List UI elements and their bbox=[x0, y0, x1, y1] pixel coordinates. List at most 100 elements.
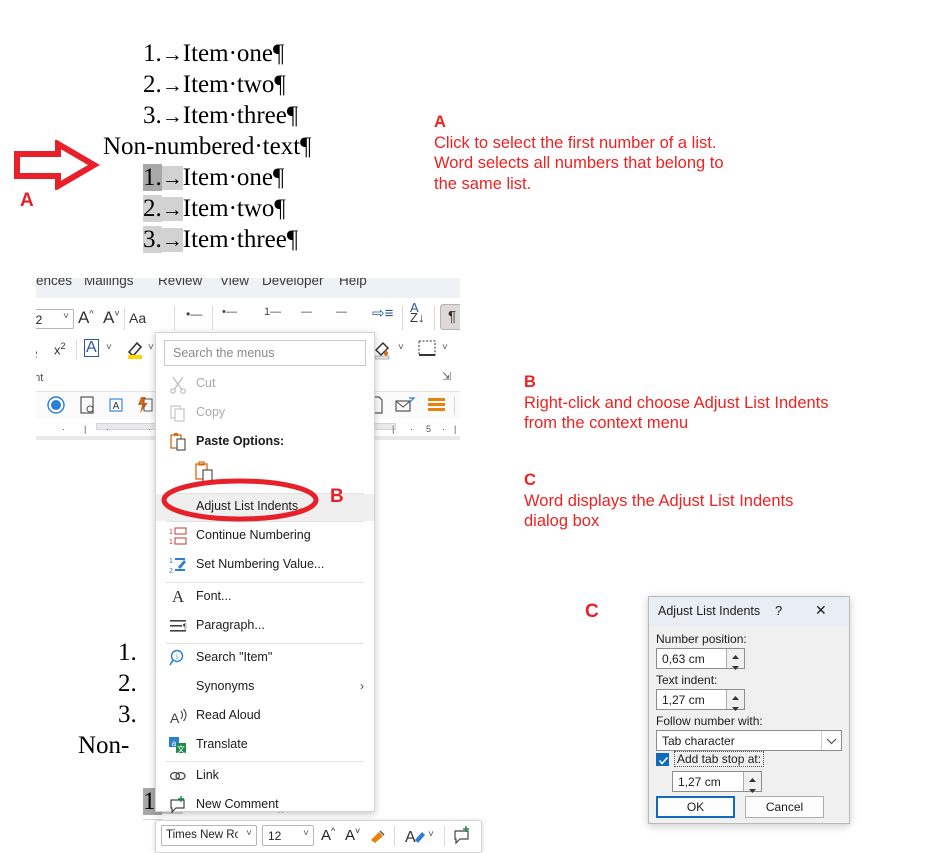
add-tab-stop-checkbox[interactable] bbox=[656, 753, 669, 766]
increase-indent-icon[interactable]: ⇨≡ bbox=[372, 304, 393, 322]
stepper-up-icon[interactable] bbox=[727, 649, 744, 659]
new-comment-icon[interactable] bbox=[452, 825, 474, 852]
menu-item-cut[interactable]: Cut bbox=[156, 371, 374, 397]
chevron-down-icon[interactable] bbox=[821, 731, 841, 750]
add-tab-stop-label[interactable]: Add tab stop at: bbox=[674, 751, 765, 767]
tab-stop-spinner[interactable]: 1,27 cm bbox=[672, 771, 762, 793]
stepper-down-icon[interactable] bbox=[727, 700, 744, 711]
menu-item-set-numbering-value[interactable]: 12 Set Numbering Value... bbox=[156, 552, 374, 578]
text-indent-stepper[interactable] bbox=[726, 690, 744, 711]
shrink-font-icon[interactable]: A˅ bbox=[103, 308, 120, 328]
tab-stop-stepper[interactable] bbox=[743, 772, 761, 793]
chevron-down-icon[interactable]: ˅ bbox=[106, 342, 112, 353]
menu-item-search[interactable]: i Search "Item" bbox=[156, 645, 374, 671]
menu-item-synonyms[interactable]: Synonyms › bbox=[156, 674, 374, 700]
text-effects-icon[interactable]: A bbox=[84, 339, 99, 357]
chevron-down-icon[interactable]: ˅ bbox=[148, 342, 154, 353]
page-icon[interactable] bbox=[77, 395, 97, 420]
sort-icon[interactable]: A Z↓ bbox=[410, 301, 424, 324]
marker-b-menu: B bbox=[330, 486, 344, 507]
menu-item-new-comment[interactable]: New Comment bbox=[156, 792, 374, 818]
show-formatting-marks-button[interactable]: ¶ bbox=[440, 304, 460, 330]
numbering-icon[interactable]: •— bbox=[222, 306, 237, 318]
number-position-spinner[interactable]: 0,63 cm bbox=[656, 648, 745, 670]
subscript-icon[interactable]: x2 bbox=[36, 342, 38, 360]
search-menus-input[interactable]: Search the menus bbox=[164, 340, 366, 366]
text-highlight-color-icon[interactable] bbox=[124, 338, 146, 365]
grow-font-icon[interactable]: A^ bbox=[321, 826, 335, 844]
svg-text:A: A bbox=[170, 710, 180, 726]
stepper-up-icon[interactable] bbox=[744, 772, 761, 782]
ribbon-tab-references[interactable]: ences bbox=[36, 278, 72, 288]
multilevel-icon[interactable]: 1— bbox=[264, 306, 281, 318]
menu-separator bbox=[166, 761, 364, 762]
dialog-launcher-icon[interactable]: ⇲ bbox=[442, 370, 451, 383]
format-painter-icon[interactable] bbox=[368, 826, 388, 851]
grow-font-icon[interactable]: A^ bbox=[78, 308, 94, 328]
new-comment-icon bbox=[168, 795, 188, 815]
marker-c-dialog: C bbox=[585, 601, 599, 622]
chevron-down-icon[interactable]: ˅ bbox=[303, 828, 309, 839]
menu-item-font[interactable]: A Font... bbox=[156, 584, 374, 610]
stepper-down-icon[interactable] bbox=[744, 782, 761, 793]
ruler-tick-5: 5 bbox=[426, 424, 432, 434]
adjust-list-indents-dialog[interactable]: Adjust List Indents ? ✕ Number position:… bbox=[648, 596, 850, 824]
shrink-font-icon[interactable]: A˅ bbox=[345, 826, 360, 844]
menu-item-translate[interactable]: a文 Translate bbox=[156, 732, 374, 758]
quick-parts-icon[interactable] bbox=[134, 395, 154, 420]
menu-item-link[interactable]: Link bbox=[156, 763, 374, 789]
chevron-down-icon[interactable]: ˅ bbox=[246, 828, 252, 839]
list-number-selected[interactable]: 3. bbox=[143, 226, 162, 253]
shading-icon[interactable] bbox=[372, 338, 394, 365]
help-icon[interactable]: ? bbox=[775, 603, 782, 618]
decrease-indent-icon[interactable]: — bbox=[301, 306, 312, 318]
ribbon-tab-help[interactable]: Help bbox=[339, 278, 367, 288]
decrease-indent2-icon[interactable]: — bbox=[336, 306, 347, 318]
ribbon-tab-developer[interactable]: Developer bbox=[262, 278, 324, 288]
paragraph-lines-icon[interactable] bbox=[426, 395, 448, 420]
chevron-down-icon[interactable]: ˅ bbox=[63, 311, 69, 322]
tab-mark: → bbox=[161, 228, 183, 252]
ribbon-tab-view[interactable]: View bbox=[220, 278, 249, 288]
font-size-combo[interactable]: 12 ˅ bbox=[36, 309, 74, 329]
menu-item-copy[interactable]: Copy bbox=[156, 400, 374, 426]
menu-item-continue-numbering[interactable]: 11 Continue Numbering bbox=[156, 523, 374, 549]
ribbon-tab-review[interactable]: Review bbox=[158, 278, 202, 288]
menu-item-label: Paste Options: bbox=[196, 434, 285, 448]
ruler-tick: | bbox=[392, 424, 395, 434]
envelope-icon[interactable] bbox=[394, 395, 416, 420]
change-case-icon[interactable]: Aa bbox=[129, 310, 146, 326]
superscript-icon[interactable]: x2 bbox=[54, 341, 66, 357]
chevron-right-icon[interactable]: › bbox=[360, 679, 364, 693]
text-box-icon[interactable]: A bbox=[106, 395, 126, 420]
doc-line-selected[interactable]: 3.→Item·three¶ bbox=[118, 202, 298, 277]
text-indent-spinner[interactable]: 1,27 cm bbox=[656, 689, 745, 711]
record-icon[interactable] bbox=[46, 395, 66, 420]
ok-button[interactable]: OK bbox=[656, 796, 735, 818]
mini-font-size-combo[interactable]: 12 ˅ bbox=[262, 825, 314, 846]
ribbon-tab-mailings[interactable]: Mailings bbox=[84, 278, 134, 288]
menu-item-read-aloud[interactable]: A Read Aloud bbox=[156, 703, 374, 729]
stepper-up-icon[interactable] bbox=[727, 690, 744, 700]
context-menu[interactable]: Search the menus Cut Copy Paste Options:… bbox=[155, 332, 375, 814]
chevron-down-icon[interactable]: ˅ bbox=[442, 342, 448, 353]
mini-font-name-combo[interactable]: Times New Romı ˅ bbox=[161, 825, 257, 846]
close-icon[interactable]: ✕ bbox=[815, 602, 827, 619]
chevron-down-icon[interactable]: ˅ bbox=[428, 829, 434, 840]
callout-a-letter: A bbox=[434, 113, 446, 131]
number-position-stepper[interactable] bbox=[726, 649, 744, 670]
set-numbering-value-icon: 12 bbox=[168, 555, 188, 575]
multilevel-list-icon[interactable]: •— bbox=[186, 307, 202, 321]
menu-item-paragraph[interactable]: ¶ Paragraph... bbox=[156, 613, 374, 639]
follow-number-with-select[interactable]: Tab character bbox=[656, 730, 842, 751]
ruler-tick: · bbox=[148, 424, 151, 434]
stepper-down-icon[interactable] bbox=[727, 659, 744, 670]
menu-item-label: Synonyms bbox=[196, 679, 255, 693]
borders-icon[interactable] bbox=[416, 338, 438, 365]
svg-text:A: A bbox=[113, 401, 120, 412]
cancel-button[interactable]: Cancel bbox=[745, 796, 824, 818]
text-highlight-icon[interactable]: A bbox=[402, 825, 428, 852]
mini-formatting-toolbar[interactable]: Times New Romı ˅ 12 ˅ A^ A˅ A ˅ bbox=[155, 820, 482, 853]
chevron-down-icon[interactable]: ˅ bbox=[398, 342, 404, 353]
dialog-title-bar: Adjust List Indents ? ✕ bbox=[649, 597, 849, 626]
